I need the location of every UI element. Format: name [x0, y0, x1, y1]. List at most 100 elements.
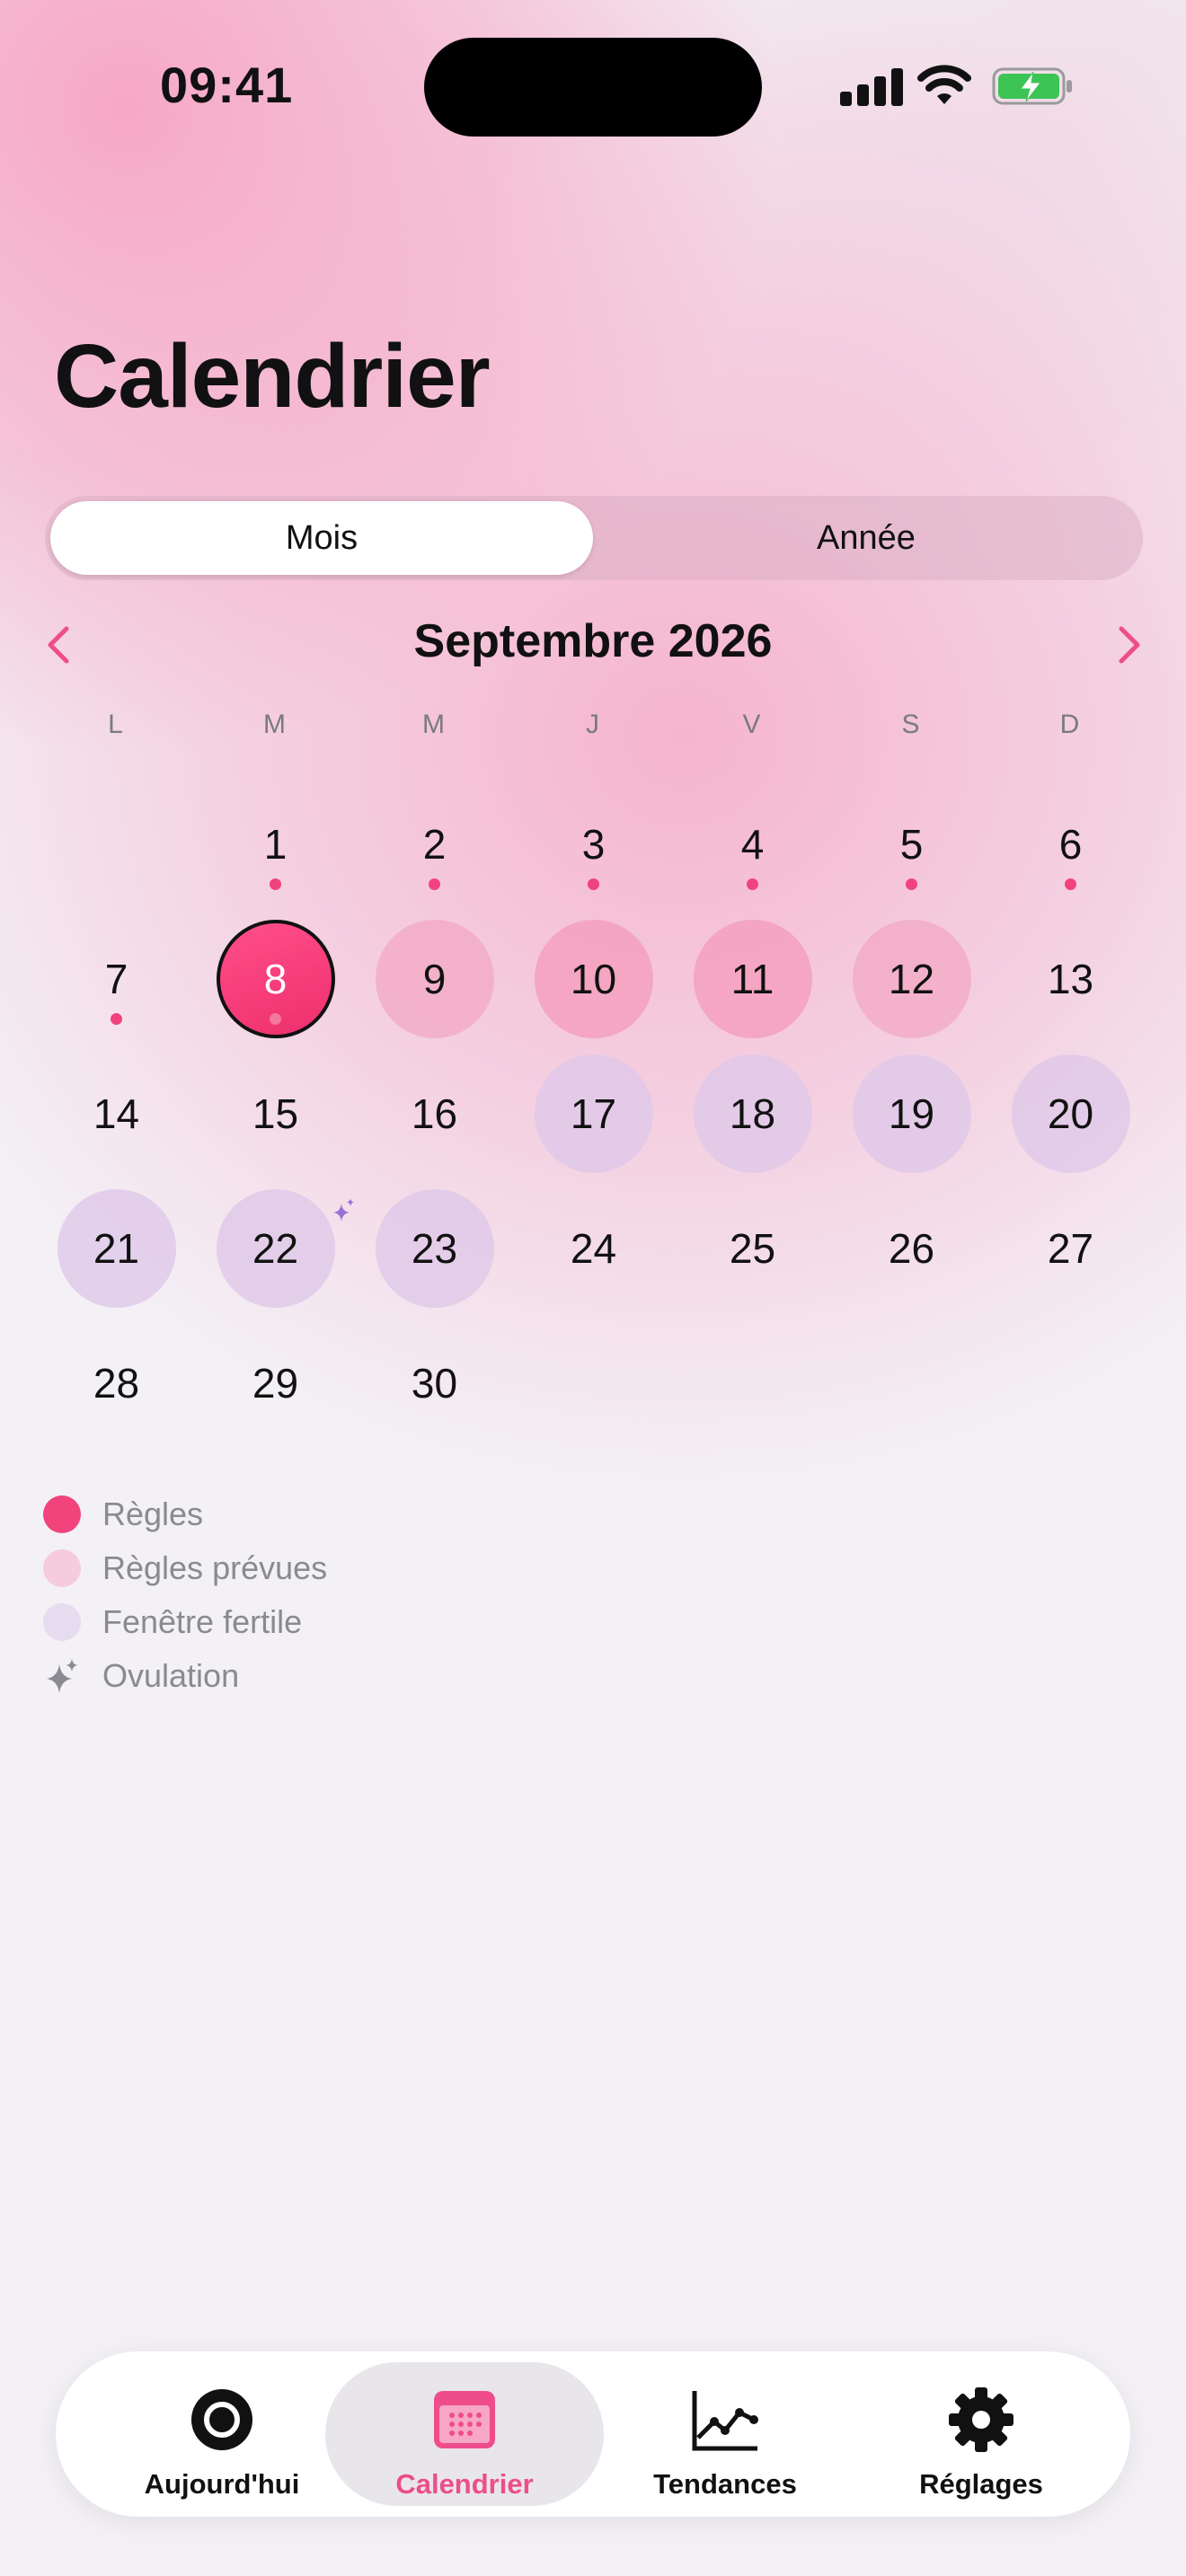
- day-number: 16: [411, 1090, 458, 1137]
- calendar-day[interactable]: 14: [37, 1046, 196, 1181]
- day-bubble: 11: [693, 920, 812, 1038]
- weekday-label: L: [108, 710, 123, 739]
- calendar-day[interactable]: 8: [196, 912, 355, 1046]
- day-number: 26: [888, 1225, 935, 1272]
- calendar-day[interactable]: 5: [832, 777, 991, 912]
- day-number: 9: [422, 956, 447, 1002]
- tab-calendar[interactable]: Calendrier: [325, 2362, 604, 2506]
- tab-settings[interactable]: Réglages: [842, 2362, 1120, 2506]
- calendar-day[interactable]: 29: [196, 1316, 355, 1451]
- calendar-day[interactable]: 4: [673, 777, 832, 912]
- calendar-day[interactable]: 13: [991, 912, 1150, 1046]
- calendar-day[interactable]: 10: [514, 912, 673, 1046]
- weekday-label: M: [263, 710, 286, 739]
- period-dot: [588, 878, 599, 890]
- calendar-day[interactable]: 16: [355, 1046, 514, 1181]
- previous-month-chevron-icon[interactable]: [32, 616, 86, 674]
- status-time: 09:41: [160, 57, 294, 113]
- day-bubble: 15: [217, 1054, 335, 1173]
- day-bubble: 5: [853, 785, 971, 904]
- day-bubble: 18: [693, 1054, 812, 1173]
- day-bubble: 12: [852, 920, 971, 1038]
- calendar-day[interactable]: 30: [355, 1316, 514, 1451]
- day-number: 30: [411, 1360, 458, 1407]
- legend-label: Fenêtre fertile: [102, 1603, 303, 1640]
- day-bubble: 6: [1012, 785, 1130, 904]
- fertile-swatch: [43, 1603, 81, 1641]
- calendar-day[interactable]: 26: [832, 1181, 991, 1316]
- calendar-empty-cell: [37, 777, 196, 912]
- tab-trends[interactable]: Tendances: [586, 2362, 864, 2506]
- day-bubble: 29: [217, 1324, 335, 1442]
- day-bubble: 27: [1012, 1189, 1130, 1308]
- cellular-signal-icon: [840, 66, 903, 106]
- legend-item-fertile: Fenêtre fertile: [43, 1595, 327, 1649]
- predicted-swatch: [43, 1549, 81, 1587]
- calendar-day[interactable]: 6: [991, 777, 1150, 912]
- calendar-day[interactable]: 21: [37, 1181, 196, 1316]
- calendar-day[interactable]: 24: [514, 1181, 673, 1316]
- period-dot: [270, 1013, 281, 1025]
- day-number: 7: [104, 956, 128, 1002]
- legend-label: Règles prévues: [102, 1549, 328, 1586]
- calendar-day[interactable]: 15: [196, 1046, 355, 1181]
- day-bubble: 25: [694, 1189, 812, 1308]
- calendar-day[interactable]: 25: [673, 1181, 832, 1316]
- period-dot: [906, 878, 917, 890]
- calendar-day[interactable]: 18: [673, 1046, 832, 1181]
- day-number: 8: [263, 956, 288, 1002]
- chart-icon: [692, 2391, 758, 2451]
- day-number: 20: [1047, 1090, 1094, 1137]
- calendar-day[interactable]: 19: [832, 1046, 991, 1181]
- day-bubble: 30: [376, 1324, 494, 1442]
- day-bubble: 21: [57, 1189, 176, 1308]
- day-number: 29: [252, 1360, 299, 1407]
- day-number: 15: [252, 1090, 299, 1137]
- period-dot: [1065, 878, 1076, 890]
- calendar-day[interactable]: 20: [991, 1046, 1150, 1181]
- period-dot: [747, 878, 758, 890]
- day-bubble: 1: [217, 785, 335, 904]
- calendar-day[interactable]: 7: [37, 912, 196, 1046]
- day-number: 6: [1058, 821, 1083, 868]
- weekday-label: S: [901, 710, 920, 739]
- day-number: 28: [93, 1360, 140, 1407]
- calendar-day[interactable]: 27: [991, 1181, 1150, 1316]
- period-dot: [429, 878, 440, 890]
- day-bubble: 8: [216, 920, 335, 1038]
- day-bubble: 13: [1012, 920, 1130, 1038]
- calendar-day[interactable]: 23: [355, 1181, 514, 1316]
- calendar-day[interactable]: 28: [37, 1316, 196, 1451]
- day-bubble: 3: [535, 785, 653, 904]
- gear-icon: [949, 2387, 1013, 2452]
- weekday-label: M: [422, 710, 445, 739]
- day-number: 3: [581, 821, 606, 868]
- day-bubble: 23: [375, 1189, 494, 1308]
- calendar-day[interactable]: 3: [514, 777, 673, 912]
- day-number: 5: [899, 821, 924, 868]
- calendar-day[interactable]: 12: [832, 912, 991, 1046]
- day-bubble: 17: [534, 1054, 653, 1173]
- segment-year[interactable]: Année: [595, 501, 1137, 575]
- calendar-day[interactable]: 22: [196, 1181, 355, 1316]
- day-number: 14: [93, 1090, 140, 1137]
- calendar-day[interactable]: 11: [673, 912, 832, 1046]
- day-number: 18: [729, 1090, 776, 1137]
- tab-today[interactable]: Aujourd'hui: [83, 2362, 361, 2506]
- calendar-day[interactable]: 1: [196, 777, 355, 912]
- day-number: 23: [411, 1225, 458, 1272]
- day-bubble: 22: [216, 1189, 354, 1308]
- period-dot: [270, 878, 281, 890]
- calendar-day[interactable]: 2: [355, 777, 514, 912]
- page-title: Calendrier: [54, 326, 491, 427]
- tab-label: Réglages: [919, 2468, 1043, 2500]
- calendar-day[interactable]: 9: [355, 912, 514, 1046]
- day-number: 12: [888, 956, 935, 1002]
- ring-icon: [191, 2389, 252, 2450]
- battery-charging-icon: [992, 67, 1072, 105]
- calendar-day[interactable]: 17: [514, 1046, 673, 1181]
- segment-month[interactable]: Mois: [50, 501, 593, 575]
- day-bubble: 9: [375, 920, 494, 1038]
- next-month-chevron-icon[interactable]: [1102, 616, 1155, 674]
- period-swatch: [43, 1495, 81, 1533]
